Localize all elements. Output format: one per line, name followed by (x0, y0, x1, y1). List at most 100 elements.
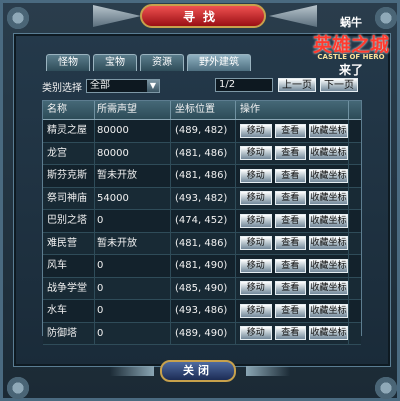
view-button[interactable]: 查看 (274, 146, 307, 161)
corner-ornament (373, 375, 399, 401)
cell-actions: 移动 查看 收藏坐标 (236, 165, 349, 187)
cell-actions: 移动 查看 收藏坐标 (236, 120, 349, 142)
table-row: 龙宫 80000 (481, 486) 移动 查看 收藏坐标 (43, 142, 361, 165)
cell-name: 龙宫 (43, 142, 95, 164)
bookmark-coord-button[interactable]: 收藏坐标 (309, 326, 348, 341)
table-row: 防御塔 0 (489, 490) 移动 查看 收藏坐标 (43, 322, 361, 345)
bottom-ornament (110, 366, 154, 376)
prev-page-button[interactable]: 上一页 (278, 78, 316, 92)
bottom-ornament (246, 366, 290, 376)
cell-actions: 移动 查看 收藏坐标 (236, 322, 349, 344)
bookmark-coord-button[interactable]: 收藏坐标 (309, 281, 348, 296)
logo-line1: 蜗牛 (340, 16, 362, 29)
move-button[interactable]: 移动 (240, 236, 272, 251)
category-label: 类别选择 (42, 82, 82, 94)
cell-name: 风车 (43, 255, 95, 277)
cell-name: 斯芬克斯 (43, 165, 95, 187)
building-table: 名称 所需声望 坐标位置 操作 精灵之屋 80000 (489, 482) 移动 查看收… (42, 100, 362, 345)
view-button[interactable]: 查看 (274, 258, 307, 273)
header-fame: 所需声望 (95, 101, 171, 119)
tab-treasure[interactable]: 宝物 (93, 54, 137, 71)
category-select[interactable]: 全部 ▼ (86, 79, 160, 93)
cell-coord: (481, 486) (171, 165, 236, 187)
cell-fame: 80000 (95, 120, 171, 142)
table-row: 巴别之塔 0 (474, 452) 移动 查看 收藏坐标 (43, 210, 361, 233)
cell-name: 难民营 (43, 232, 95, 254)
cell-coord: (489, 482) (171, 120, 236, 142)
category-selected-value: 全部 (90, 80, 110, 91)
bookmark-coord-button[interactable]: 收藏坐标 (309, 236, 348, 251)
tab-resource[interactable]: 资源 (140, 54, 184, 71)
cell-name: 防御塔 (43, 322, 95, 344)
wing-ornament (93, 5, 141, 27)
bookmark-coord-button[interactable]: 收藏坐标 (309, 191, 348, 206)
next-page-button[interactable]: 下一页 (320, 78, 358, 92)
cell-name: 巴别之塔 (43, 210, 95, 232)
cell-coord: (481, 486) (171, 232, 236, 254)
move-button[interactable]: 移动 (240, 168, 272, 183)
cell-coord: (493, 486) (171, 300, 236, 322)
header-name: 名称 (43, 101, 95, 119)
view-button[interactable]: 查看 (274, 191, 307, 206)
cell-coord: (489, 490) (171, 322, 236, 344)
logo-subtitle: CASTLE OF HERO (317, 53, 385, 61)
move-button[interactable]: 移动 (240, 123, 272, 138)
view-button[interactable]: 查看 (274, 236, 307, 251)
corner-ornament (5, 5, 31, 31)
close-button[interactable]: 关闭 (160, 360, 236, 382)
window-title-text: 寻找 (182, 9, 223, 24)
header-action: 操作 (236, 101, 349, 119)
table-row: 战争学堂 0 (485, 490) 移动 查看 收藏坐标 (43, 277, 361, 300)
view-button[interactable]: 查看 (274, 168, 307, 183)
move-button[interactable]: 移动 (240, 213, 272, 228)
game-logo: 蜗牛 英雄之城 CASTLE OF HERO 来了 (306, 14, 396, 77)
move-button[interactable]: 移动 (240, 258, 272, 273)
cell-fame: 暂未开放 (95, 232, 171, 254)
cell-coord: (493, 482) (171, 187, 236, 209)
table-row: 祭司神庙 54000 (493, 482) 移动 查看 收藏坐标 (43, 187, 361, 210)
bookmark-coord-button[interactable]: 收藏坐标 (309, 168, 348, 183)
table-row: 精灵之屋 80000 (489, 482) 移动 查看 收藏坐标 (43, 120, 361, 143)
corner-ornament (5, 375, 31, 401)
move-button[interactable]: 移动 (240, 326, 272, 341)
cell-fame: 0 (95, 300, 171, 322)
view-button[interactable]: 查看 (274, 326, 307, 341)
cell-name: 战争学堂 (43, 277, 95, 299)
cell-fame: 暂未开放 (95, 165, 171, 187)
cell-fame: 80000 (95, 142, 171, 164)
cell-actions: 移动 查看 收藏坐标 (236, 187, 349, 209)
view-button[interactable]: 查看 (274, 303, 307, 318)
chevron-down-icon[interactable]: ▼ (147, 80, 159, 92)
table-row: 水车 0 (493, 486) 移动 查看 收藏坐标 (43, 300, 361, 323)
cell-actions: 移动 查看 收藏坐标 (236, 255, 349, 277)
cell-actions: 移动 查看 收藏坐标 (236, 142, 349, 164)
header-coord: 坐标位置 (171, 101, 236, 119)
move-button[interactable]: 移动 (240, 281, 272, 296)
table-body: 精灵之屋 80000 (489, 482) 移动 查看 收藏坐标 龙宫 80000 (481, … (43, 120, 361, 345)
move-button[interactable]: 移动 (240, 303, 272, 318)
bookmark-coord-button[interactable]: 收藏坐标 (309, 123, 348, 138)
cell-actions: 移动 查看 收藏坐标 (236, 232, 349, 254)
cell-coord: (474, 452) (171, 210, 236, 232)
cell-fame: 0 (95, 322, 171, 344)
bookmark-coord-button[interactable]: 收藏坐标 (309, 213, 348, 228)
tab-wild-building[interactable]: 野外建筑 (187, 54, 251, 71)
window-title: 寻找 (140, 4, 266, 28)
cell-fame: 0 (95, 277, 171, 299)
bookmark-coord-button[interactable]: 收藏坐标 (309, 258, 348, 273)
category-filter: 类别选择 全部 ▼ (42, 78, 160, 94)
view-button[interactable]: 查看 (274, 123, 307, 138)
view-button[interactable]: 查看 (274, 281, 307, 296)
cell-fame: 0 (95, 255, 171, 277)
move-button[interactable]: 移动 (240, 146, 272, 161)
tab-monster[interactable]: 怪物 (46, 54, 90, 71)
move-button[interactable]: 移动 (240, 191, 272, 206)
table-row: 风车 0 (481, 490) 移动 查看 收藏坐标 (43, 255, 361, 278)
table-row: 难民营 暂未开放 (481, 486) 移动 查看 收藏坐标 (43, 232, 361, 255)
table-row: 斯芬克斯 暂未开放 (481, 486) 移动 查看 收藏坐标 (43, 165, 361, 188)
view-button[interactable]: 查看 (274, 213, 307, 228)
cell-name: 精灵之屋 (43, 120, 95, 142)
bookmark-coord-button[interactable]: 收藏坐标 (309, 146, 348, 161)
page-number: 1/2 (219, 79, 236, 90)
bookmark-coord-button[interactable]: 收藏坐标 (309, 303, 348, 318)
